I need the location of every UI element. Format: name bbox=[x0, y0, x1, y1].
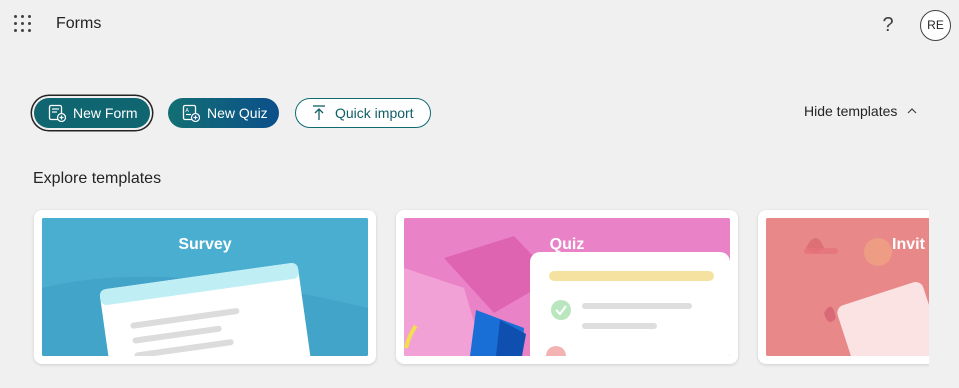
new-form-icon bbox=[48, 104, 66, 122]
new-form-button[interactable]: New Form bbox=[34, 98, 150, 128]
card-title: Invit bbox=[892, 236, 925, 253]
template-card-quiz[interactable]: Quiz bbox=[396, 210, 738, 364]
invitation-illustration: Invit bbox=[766, 218, 929, 356]
hide-templates-label: Hide templates bbox=[804, 103, 898, 119]
template-carousel: Survey Quiz Invit bbox=[30, 205, 929, 370]
new-quiz-label: New Quiz bbox=[207, 105, 268, 121]
quiz-illustration: Quiz bbox=[404, 218, 730, 356]
new-quiz-button[interactable]: A New Quiz bbox=[168, 98, 279, 128]
upload-icon bbox=[313, 105, 325, 120]
hide-templates-button[interactable]: Hide templates bbox=[804, 103, 918, 119]
app-launcher-icon[interactable] bbox=[14, 15, 32, 33]
app-title[interactable]: Forms bbox=[56, 15, 101, 33]
chevron-up-icon bbox=[907, 108, 917, 114]
avatar[interactable]: RE bbox=[920, 10, 951, 41]
svg-text:A: A bbox=[186, 108, 190, 114]
section-title: Explore templates bbox=[33, 170, 162, 187]
new-quiz-icon: A bbox=[182, 104, 200, 122]
help-icon[interactable]: ? bbox=[877, 12, 899, 38]
card-title: Quiz bbox=[549, 236, 585, 253]
template-card-invitation[interactable]: Invit bbox=[758, 210, 929, 364]
survey-illustration: Survey bbox=[42, 218, 368, 356]
template-card-survey[interactable]: Survey bbox=[34, 210, 376, 364]
card-title: Survey bbox=[178, 236, 232, 253]
new-form-label: New Form bbox=[73, 105, 138, 121]
quick-import-label: Quick import bbox=[335, 105, 414, 121]
quick-import-button[interactable]: Quick import bbox=[295, 98, 431, 128]
top-bar: Forms ? RE bbox=[0, 0, 959, 50]
